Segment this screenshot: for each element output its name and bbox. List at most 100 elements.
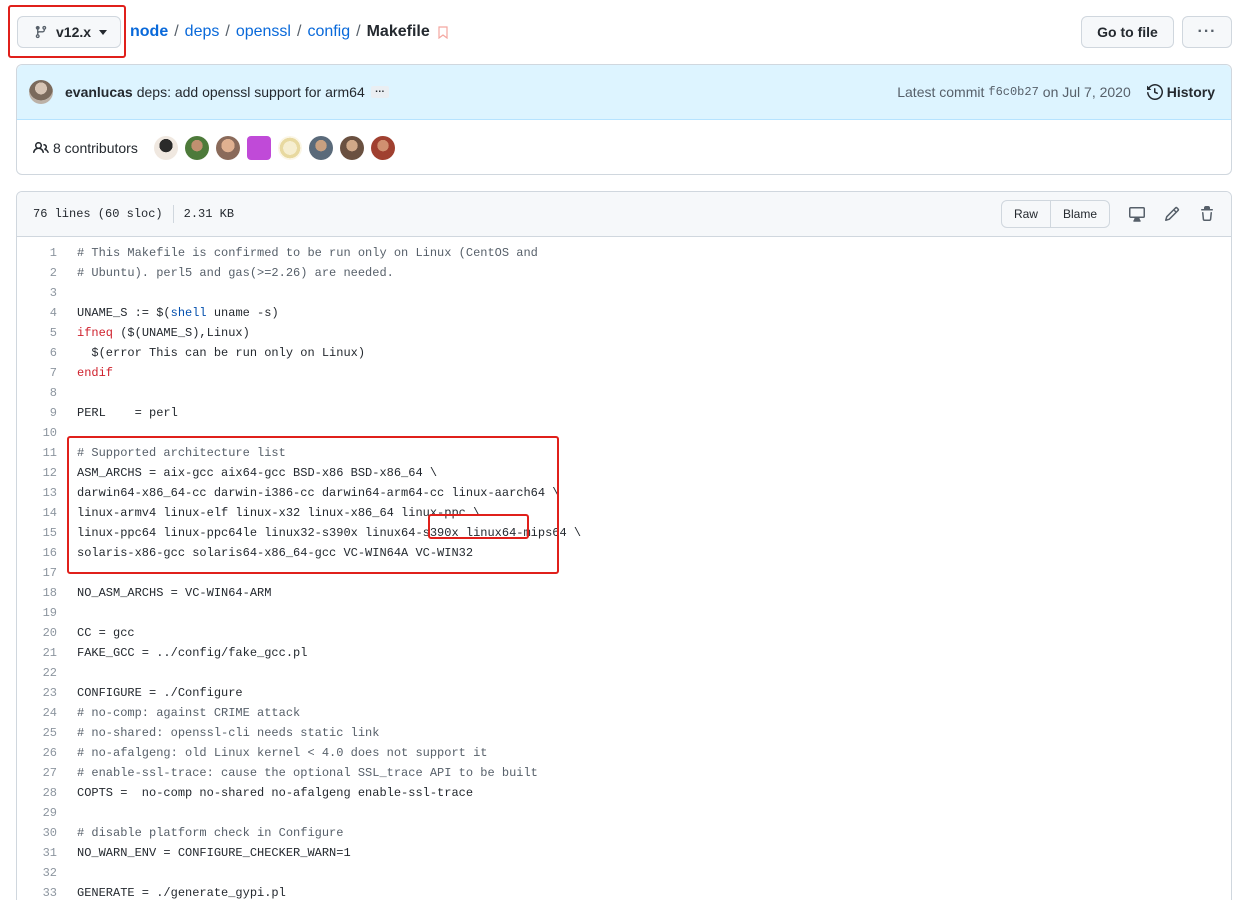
commit-sha[interactable]: f6c0b27 (988, 85, 1038, 99)
line-number[interactable]: 1 (17, 243, 57, 263)
line-number[interactable]: 32 (17, 863, 57, 883)
line-content: # no-shared: openssl-cli needs static li… (57, 723, 379, 743)
line-content: ASM_ARCHS = aix-gcc aix64-gcc BSD-x86 BS… (57, 463, 437, 483)
code-line: 2 # Ubuntu). perl5 and gas(>=2.26) are ne… (17, 263, 1231, 283)
code-line: 5 ifneq ($(UNAME_S),Linux) (17, 323, 1231, 343)
line-content (57, 383, 77, 403)
line-number[interactable]: 6 (17, 343, 57, 363)
breadcrumb-deps-link[interactable]: deps (185, 23, 220, 41)
line-number[interactable]: 28 (17, 783, 57, 803)
bookmark-icon[interactable] (438, 25, 448, 39)
line-number[interactable]: 22 (17, 663, 57, 683)
go-to-file-button[interactable]: Go to file (1081, 16, 1174, 48)
contributor-avatar[interactable] (277, 135, 302, 160)
line-number[interactable]: 20 (17, 623, 57, 643)
line-number[interactable]: 16 (17, 543, 57, 563)
code-token: FAKE_GCC = ../config/fake_gcc.pl (77, 646, 308, 660)
line-content: # no-comp: against CRIME attack (57, 703, 300, 723)
commit-message[interactable]: deps: add openssl support for arm64 (137, 84, 365, 100)
line-number[interactable]: 29 (17, 803, 57, 823)
line-number[interactable]: 15 (17, 523, 57, 543)
line-number[interactable]: 10 (17, 423, 57, 443)
code-line: 28 COPTS = no-comp no-shared no-afalgeng … (17, 783, 1231, 803)
history-icon (1146, 84, 1163, 100)
breadcrumb-openssl-link[interactable]: openssl (236, 23, 291, 41)
line-content: linux-ppc64 linux-ppc64le linux32-s390x … (57, 523, 581, 543)
code-token: ($(UNAME_S),Linux) (113, 326, 250, 340)
line-content: # Supported architecture list (57, 443, 286, 463)
line-number[interactable]: 18 (17, 583, 57, 603)
contributor-avatar[interactable] (215, 135, 240, 160)
line-number[interactable]: 9 (17, 403, 57, 423)
raw-blame-group: Raw Blame (1000, 200, 1110, 228)
code-token: # disable platform check in Configure (77, 826, 344, 840)
line-number[interactable]: 25 (17, 723, 57, 743)
contributor-avatar[interactable] (153, 135, 178, 160)
code-line: 31 NO_WARN_ENV = CONFIGURE_CHECKER_WARN=1 (17, 843, 1231, 863)
code-token: # no-shared: openssl-cli needs static li… (77, 726, 380, 740)
line-number[interactable]: 4 (17, 303, 57, 323)
line-number[interactable]: 17 (17, 563, 57, 583)
line-number[interactable]: 11 (17, 443, 57, 463)
breadcrumb-repo-link[interactable]: node (130, 23, 168, 41)
branch-select-button[interactable]: v12.x (17, 16, 121, 48)
more-options-button[interactable]: ··· (1182, 16, 1232, 48)
contributors-link[interactable]: 8 contributors (33, 140, 138, 156)
code-token: UNAME_S := $( (77, 306, 171, 320)
trash-icon[interactable] (1199, 206, 1215, 222)
contributor-avatar[interactable] (339, 135, 364, 160)
contributor-avatar[interactable] (308, 135, 333, 160)
breadcrumb-separator: / (225, 23, 230, 40)
code-token: # enable-ssl-trace: cause the optional S… (77, 766, 538, 780)
line-number[interactable]: 3 (17, 283, 57, 303)
contributor-avatar[interactable] (184, 135, 209, 160)
commit-author[interactable]: evanlucas (65, 84, 133, 100)
people-icon (33, 141, 49, 153)
line-number[interactable]: 24 (17, 703, 57, 723)
line-number[interactable]: 19 (17, 603, 57, 623)
raw-button[interactable]: Raw (1002, 201, 1050, 227)
line-number[interactable]: 23 (17, 683, 57, 703)
line-number[interactable]: 33 (17, 883, 57, 900)
line-number[interactable]: 31 (17, 843, 57, 863)
line-number[interactable]: 26 (17, 743, 57, 763)
line-number[interactable]: 5 (17, 323, 57, 343)
code-line: 1 # This Makefile is confirmed to be run … (17, 243, 1231, 263)
file-info: 76 lines (60 sloc) 2.31 KB (33, 205, 234, 223)
line-content: # enable-ssl-trace: cause the optional S… (57, 763, 538, 783)
pencil-icon[interactable] (1164, 206, 1180, 222)
code-line: 21 FAKE_GCC = ../config/fake_gcc.pl (17, 643, 1231, 663)
line-content (57, 283, 77, 303)
file-header: 76 lines (60 sloc) 2.31 KB Raw Blame (17, 192, 1231, 237)
history-link[interactable]: History (1146, 84, 1215, 100)
line-content: COPTS = no-comp no-shared no-afalgeng en… (57, 783, 473, 803)
blame-button[interactable]: Blame (1049, 201, 1109, 227)
desktop-icon[interactable] (1129, 206, 1145, 222)
code-token: # This Makefile is confirmed to be run o… (77, 246, 538, 260)
line-number[interactable]: 7 (17, 363, 57, 383)
code-token: CONFIGURE = ./Configure (77, 686, 243, 700)
line-number[interactable]: 30 (17, 823, 57, 843)
line-number[interactable]: 8 (17, 383, 57, 403)
line-number[interactable]: 21 (17, 643, 57, 663)
breadcrumb-separator: / (296, 23, 302, 40)
contributor-avatar[interactable] (246, 135, 271, 160)
code-line: 27 # enable-ssl-trace: cause the optional… (17, 763, 1231, 783)
code-line: 6 $(error This can be run only on Linux) (17, 343, 1231, 363)
line-number[interactable]: 27 (17, 763, 57, 783)
code-line: 18 NO_ASM_ARCHS = VC-WIN64-ARM (17, 583, 1231, 603)
code-view: 1 # This Makefile is confirmed to be run … (17, 237, 1231, 900)
commit-expand-button[interactable]: … (370, 85, 389, 98)
line-number[interactable]: 2 (17, 263, 57, 283)
author-avatar[interactable] (29, 80, 53, 104)
line-number[interactable]: 14 (17, 503, 57, 523)
line-number[interactable]: 12 (17, 463, 57, 483)
line-number[interactable]: 13 (17, 483, 57, 503)
contributor-avatar[interactable] (370, 135, 395, 160)
line-content (57, 603, 77, 623)
git-branch-icon (35, 25, 47, 39)
line-content: PERL = perl (57, 403, 178, 423)
breadcrumb-config-link[interactable]: config (307, 23, 350, 41)
line-content: FAKE_GCC = ../config/fake_gcc.pl (57, 643, 307, 663)
code-line: 16 solaris-x86-gcc solaris64-x86_64-gcc V… (17, 543, 1231, 563)
